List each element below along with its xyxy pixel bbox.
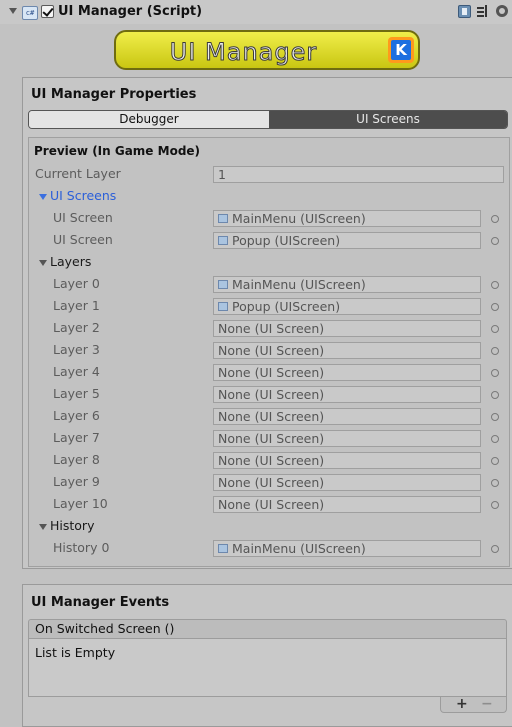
object-picker-icon[interactable] <box>491 479 499 487</box>
history-value: MainMenu (UIScreen) <box>232 541 366 556</box>
layer-value: None (UI Screen) <box>218 343 325 358</box>
layer-label: Layer 5 <box>53 386 100 401</box>
layer-field[interactable]: None (UI Screen) <box>213 496 481 513</box>
preset-icon[interactable] <box>476 5 489 18</box>
ui-screen-label: UI Screen <box>53 210 113 225</box>
foldout-arrow-icon <box>39 193 47 200</box>
script-object-icon <box>218 236 228 245</box>
layer-value: None (UI Screen) <box>218 365 325 380</box>
layer-value: None (UI Screen) <box>218 321 325 336</box>
layer-label: Layer 4 <box>53 364 100 379</box>
current-layer-value: 1 <box>218 167 226 182</box>
events-title: UI Manager Events <box>31 595 170 610</box>
layer-label: Layer 0 <box>53 276 100 291</box>
ui-screen-field[interactable]: MainMenu (UIScreen) <box>213 210 481 227</box>
layer-value: None (UI Screen) <box>218 431 325 446</box>
object-picker-icon[interactable] <box>491 435 499 443</box>
layer-label: Layer 7 <box>53 430 100 445</box>
layer-field[interactable]: None (UI Screen) <box>213 364 481 381</box>
layer-field[interactable]: None (UI Screen) <box>213 430 481 447</box>
layer-field[interactable]: MainMenu (UIScreen) <box>213 276 481 293</box>
tab-debugger[interactable]: Debugger <box>29 111 269 128</box>
k-logo-icon: K <box>388 37 414 63</box>
layer-label: Layer 9 <box>53 474 100 489</box>
banner-title: UI Manager <box>169 38 318 67</box>
layer-label: Layer 3 <box>53 342 100 357</box>
remove-listener-button[interactable]: − <box>481 696 493 712</box>
layer-field[interactable]: None (UI Screen) <box>213 474 481 491</box>
object-picker-icon[interactable] <box>491 391 499 399</box>
gear-icon[interactable] <box>496 5 508 17</box>
object-picker-icon[interactable] <box>491 369 499 377</box>
layer-field[interactable]: None (UI Screen) <box>213 320 481 337</box>
layers-foldout-label: Layers <box>50 254 92 269</box>
collapse-arrow-icon[interactable] <box>9 8 17 14</box>
component-title: UI Manager (Script) <box>58 4 203 19</box>
ui-screen-label: UI Screen <box>53 232 113 247</box>
history-foldout[interactable]: History <box>39 518 94 533</box>
component-enabled-checkbox[interactable] <box>41 5 54 18</box>
tab-ui-screens[interactable]: UI Screens <box>269 111 507 128</box>
layer-label: Layer 8 <box>53 452 100 467</box>
foldout-arrow-icon <box>39 259 47 266</box>
object-picker-icon[interactable] <box>491 325 499 333</box>
layer-value: MainMenu (UIScreen) <box>232 277 366 292</box>
object-picker-icon[interactable] <box>491 545 499 553</box>
ui-screen-field[interactable]: Popup (UIScreen) <box>213 232 481 249</box>
layer-value: Popup (UIScreen) <box>232 299 341 314</box>
object-picker-icon[interactable] <box>491 281 499 289</box>
script-object-icon <box>218 280 228 289</box>
layer-field[interactable]: Popup (UIScreen) <box>213 298 481 315</box>
ui-screens-foldout-label: UI Screens <box>50 188 117 203</box>
history-label: History 0 <box>53 540 110 555</box>
object-picker-icon[interactable] <box>491 303 499 311</box>
help-book-icon[interactable] <box>458 5 471 18</box>
layer-label: Layer 2 <box>53 320 100 335</box>
layer-field[interactable]: None (UI Screen) <box>213 408 481 425</box>
event-list: List is Empty <box>28 639 507 697</box>
object-picker-icon[interactable] <box>491 215 499 223</box>
history-field[interactable]: MainMenu (UIScreen) <box>213 540 481 557</box>
properties-title: UI Manager Properties <box>31 87 197 102</box>
script-object-icon <box>218 544 228 553</box>
layer-field[interactable]: None (UI Screen) <box>213 386 481 403</box>
current-layer-label: Current Layer <box>35 166 121 181</box>
layer-value: None (UI Screen) <box>218 409 325 424</box>
current-layer-field: 1 <box>213 166 504 183</box>
script-object-icon <box>218 302 228 311</box>
layer-field[interactable]: None (UI Screen) <box>213 342 481 359</box>
ui-screen-value: Popup (UIScreen) <box>232 233 341 248</box>
script-object-icon <box>218 214 228 223</box>
csharp-script-icon: c# <box>22 6 38 20</box>
object-picker-icon[interactable] <box>491 413 499 421</box>
layers-foldout[interactable]: Layers <box>39 254 91 269</box>
layer-label: Layer 10 <box>53 496 108 511</box>
layer-value: None (UI Screen) <box>218 387 325 402</box>
foldout-arrow-icon <box>39 523 47 530</box>
layer-field[interactable]: None (UI Screen) <box>213 452 481 469</box>
layer-value: None (UI Screen) <box>218 497 325 512</box>
layer-value: None (UI Screen) <box>218 475 325 490</box>
k-logo-letter: K <box>395 41 407 59</box>
ui-screen-value: MainMenu (UIScreen) <box>232 211 366 226</box>
layer-value: None (UI Screen) <box>218 453 325 468</box>
layer-label: Layer 6 <box>53 408 100 423</box>
add-listener-button[interactable]: + <box>456 696 468 712</box>
object-picker-icon[interactable] <box>491 347 499 355</box>
properties-tabs: Debugger UI Screens <box>28 110 508 129</box>
object-picker-icon[interactable] <box>491 457 499 465</box>
empty-list-text: List is Empty <box>35 645 116 660</box>
ui-manager-banner: UI Manager K <box>114 30 420 70</box>
preview-title: Preview (In Game Mode) <box>34 144 201 158</box>
ui-screens-foldout[interactable]: UI Screens <box>39 188 116 203</box>
object-picker-icon[interactable] <box>491 501 499 509</box>
layer-label: Layer 1 <box>53 298 100 313</box>
history-foldout-label: History <box>50 518 95 533</box>
component-header: c# UI Manager (Script) <box>0 0 512 24</box>
object-picker-icon[interactable] <box>491 237 499 245</box>
event-list-footer: + − <box>440 696 507 713</box>
event-header: On Switched Screen () <box>28 619 507 639</box>
